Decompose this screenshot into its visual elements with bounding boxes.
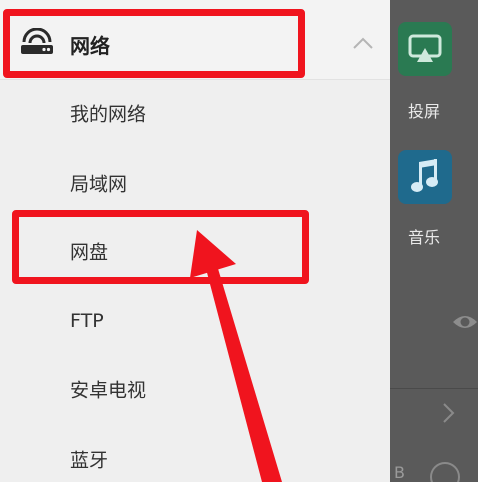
background-divider	[390, 388, 478, 389]
cast-screen-icon	[408, 34, 442, 62]
menu-item-android-tv[interactable]: 安卓电视	[0, 354, 390, 424]
menu-item-label: 安卓电视	[70, 379, 147, 402]
partial-text: B	[394, 463, 405, 482]
menu-item-ftp[interactable]: FTP	[0, 286, 390, 356]
cast-screen-label: 投屏	[407, 102, 440, 121]
menu-item-label: 局域网	[70, 173, 128, 196]
eye-icon[interactable]	[452, 312, 478, 332]
music-label: 音乐	[407, 228, 440, 247]
chevron-right-icon[interactable]	[440, 402, 456, 424]
chevron-up-icon[interactable]	[352, 36, 374, 50]
menu-item-label: 蓝牙	[70, 449, 109, 472]
cast-screen-tile[interactable]	[398, 22, 452, 76]
menu-item-lan[interactable]: 局域网	[0, 148, 390, 218]
highlight-box-network	[3, 9, 305, 78]
music-note-icon	[411, 159, 438, 192]
menu-item-label: FTP	[70, 310, 104, 332]
music-tile[interactable]	[398, 150, 452, 204]
highlight-box-cloud-drive	[12, 210, 309, 284]
menu-item-label: 我的网络	[70, 103, 147, 126]
menu-item-bluetooth[interactable]: 蓝牙	[0, 424, 390, 482]
menu-item-my-network[interactable]: 我的网络	[0, 78, 390, 148]
